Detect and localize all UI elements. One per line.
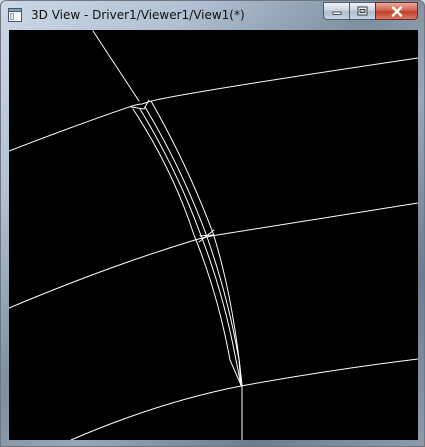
wireframe-canvas: [9, 30, 418, 440]
wire-edge: [132, 108, 242, 386]
3d-viewport[interactable]: [9, 30, 418, 440]
wire-edge: [92, 30, 140, 102]
wire-edge: [70, 358, 418, 440]
minimize-button[interactable]: [323, 2, 349, 20]
close-button[interactable]: [375, 2, 418, 20]
restore-icon: [357, 6, 368, 16]
app-window-icon: [8, 8, 22, 22]
maximize-button[interactable]: [349, 2, 375, 20]
wire-edge: [150, 100, 243, 386]
caption-buttons: [323, 2, 418, 20]
wire-edge: [9, 57, 418, 152]
window-title: 3D View - Driver1/Viewer1/View1(*): [31, 8, 245, 22]
wire-edge: [139, 108, 242, 386]
title-bar[interactable]: 3D View - Driver1/Viewer1/View1(*): [1, 1, 424, 29]
close-icon: [391, 5, 402, 17]
window-frame: 3D View - Driver1/Viewer1/View1(*): [0, 0, 425, 447]
minimize-icon: [332, 11, 341, 15]
